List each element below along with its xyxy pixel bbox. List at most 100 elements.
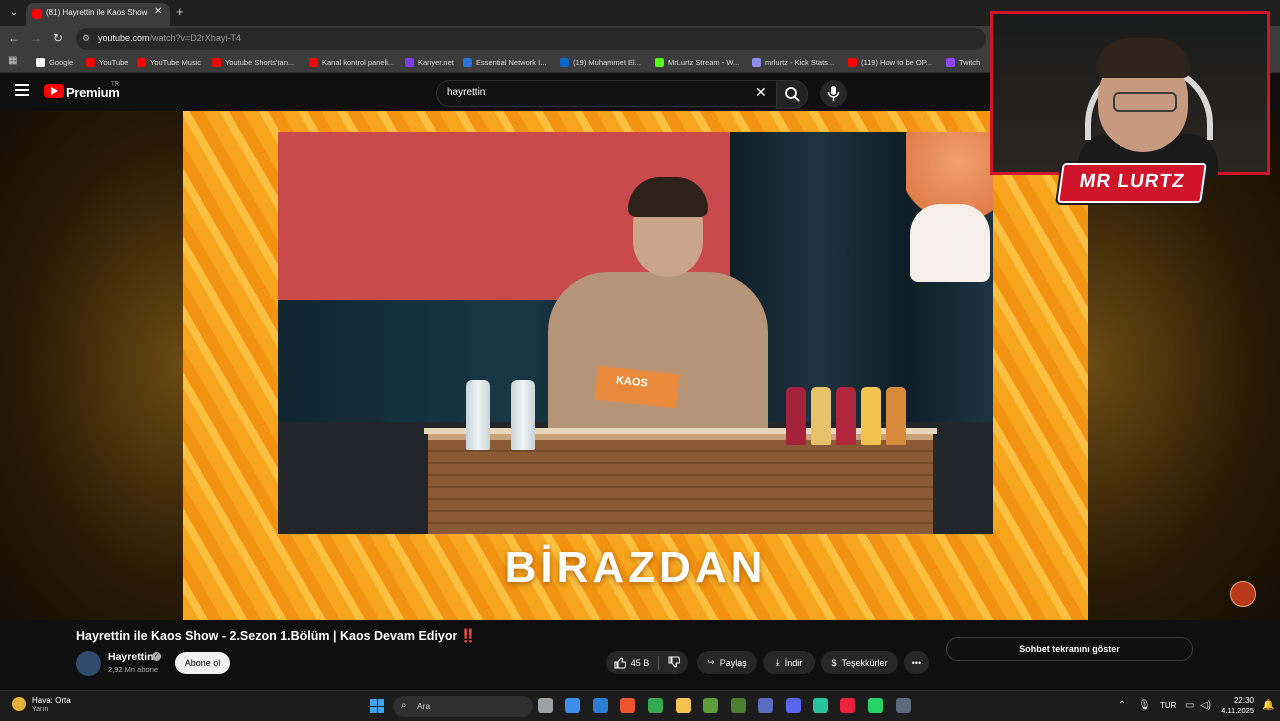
clock-date[interactable]: 4.11.2025 [1218, 706, 1254, 715]
vpn-icon[interactable] [758, 698, 773, 713]
microphone-tray-icon[interactable]: 🎙 [1138, 700, 1151, 711]
host-body [548, 272, 768, 447]
mail-icon[interactable] [593, 698, 608, 713]
bookmark-favicon-icon [655, 57, 664, 67]
video-scene: KAOS [278, 132, 993, 534]
bookmark-label: mrlurtz - Kick Stats... [765, 57, 835, 67]
new-tab-button[interactable]: + [176, 4, 184, 19]
apps-grid-icon[interactable]: ▦ [8, 56, 18, 66]
tab-search-icon[interactable]: ⌄ [6, 5, 22, 21]
channel-name[interactable]: Hayrettin [108, 651, 154, 663]
reload-icon[interactable]: ↻ [50, 31, 66, 45]
app-icon[interactable] [813, 698, 828, 713]
subscribe-button[interactable]: Abone ol [175, 652, 230, 674]
bookmark-item[interactable]: mrlurtz - Kick Stats... [752, 56, 834, 68]
video-title: Hayrettin ile Kaos Show - 2.Sezon 1.Bölü… [76, 628, 477, 644]
browser-tab-active[interactable]: (81) Hayrettin ile Kaos Show - 2. ✕ [26, 3, 170, 26]
site-info-icon[interactable]: ⚙ [82, 33, 90, 44]
bookmark-label: Google [49, 57, 74, 67]
minecraft-icon[interactable] [703, 698, 718, 713]
back-arrow-icon[interactable]: ← [6, 31, 22, 45]
bookmark-item[interactable]: YouTube Music [137, 56, 201, 68]
juice-bottle [861, 387, 881, 445]
bookmark-item[interactable]: Kanal kontrol paneli... [309, 56, 394, 68]
clock-time[interactable]: 22:30 [1226, 696, 1254, 705]
bookmark-item[interactable]: YouTube [86, 56, 128, 68]
bookmark-item[interactable]: Google [36, 56, 73, 68]
juice-bottle [786, 387, 806, 445]
water-bottle [466, 380, 490, 450]
search-query: hayrettin [447, 87, 486, 98]
desk [428, 434, 933, 534]
bookmark-favicon-icon [86, 57, 95, 67]
url-text: youtube.com/watch?v=D2rXhayi-T4 [98, 33, 241, 43]
weather-icon[interactable] [12, 697, 26, 711]
juice-bottle [886, 387, 906, 445]
channel-avatar[interactable] [76, 651, 101, 676]
taskbar-search[interactable]: ⌕ Ara [393, 696, 533, 717]
network-icon[interactable]: ▭ [1185, 700, 1194, 711]
bookmark-item[interactable]: MrLurtz Stream - W... [655, 56, 739, 68]
discord-icon[interactable] [786, 698, 801, 713]
bookmark-label: YouTube [99, 57, 129, 67]
share-button[interactable]: ↪ Paylaş [697, 651, 757, 674]
download-button[interactable]: ⤓ İndir [763, 651, 815, 674]
bookmark-item[interactable]: Twitch [946, 56, 980, 68]
thumbs-up-icon [614, 656, 626, 668]
windows-start-icon[interactable] [370, 699, 384, 713]
search-icon: ⌕ [401, 700, 407, 711]
channel-watermark-icon[interactable] [1230, 581, 1256, 607]
streamer-hair [1096, 38, 1190, 78]
verified-icon: ✓ [152, 652, 161, 661]
glasses [1113, 92, 1177, 112]
like-count: 45 B [630, 657, 650, 668]
dislike-button[interactable] [668, 656, 681, 670]
clear-search-icon[interactable]: ✕ [755, 84, 767, 101]
voice-search-button[interactable] [820, 80, 847, 107]
bookmark-favicon-icon [309, 57, 318, 67]
region-label: TR [111, 82, 119, 88]
task-view-icon[interactable] [538, 698, 553, 713]
like-button[interactable]: 45 B [614, 656, 650, 669]
bookmark-item[interactable]: (19) Muhammet El... [560, 56, 641, 68]
tab-close-icon[interactable]: ✕ [154, 6, 162, 17]
youtube-favicon-icon [32, 9, 42, 19]
notification-bell-icon[interactable]: 🔔 [1262, 700, 1274, 711]
bookmark-item[interactable]: Essential Network I... [463, 56, 546, 68]
bookmark-item[interactable]: (119) How to be OP... [848, 56, 932, 68]
language-indicator[interactable]: TUR [1160, 701, 1176, 710]
tab-title: (81) Hayrettin ile Kaos Show - 2. [46, 8, 150, 17]
bookmark-favicon-icon [36, 57, 45, 67]
minecraft-launcher-icon[interactable] [731, 698, 746, 713]
search-icon [785, 87, 800, 102]
video-frame[interactable]: KAOS BİRAZDAN [183, 111, 1088, 620]
search-input[interactable]: hayrettin ✕ [436, 80, 778, 107]
whatsapp-icon[interactable] [868, 698, 883, 713]
chrome-icon[interactable] [648, 698, 663, 713]
thumbs-down-icon [668, 656, 681, 668]
calculator-icon[interactable] [896, 698, 911, 713]
video-overlay-text: BİRAZDAN [504, 543, 767, 592]
thanks-button[interactable]: $ Teşekkürler [821, 651, 898, 674]
scene-lamp-shade [910, 204, 990, 282]
media-player-icon[interactable] [840, 698, 855, 713]
microphone-icon [827, 86, 840, 101]
forward-arrow-icon[interactable]: → [28, 31, 44, 45]
bookmark-item[interactable]: Kariyer.net [405, 56, 454, 68]
address-bar[interactable]: ⚙ youtube.com/watch?v=D2rXhayi-T4 [76, 28, 986, 50]
weather-title[interactable]: Hava: Orta [32, 696, 71, 705]
show-chat-button[interactable]: Sohbet tekranını göster [946, 637, 1193, 661]
widgets-icon[interactable] [565, 698, 580, 713]
show-hidden-icons-icon[interactable]: ⌃ [1118, 700, 1126, 711]
bookmark-item[interactable]: Youtube Shorts'tan... [212, 56, 294, 68]
volume-icon[interactable]: ◁) [1200, 700, 1211, 711]
youtube-logo-icon[interactable] [44, 84, 64, 98]
thanks-label: Teşekkürler [841, 657, 888, 668]
search-button[interactable] [776, 80, 808, 109]
download-icon: ⤓ [775, 657, 780, 667]
more-actions-button[interactable]: ••• [904, 651, 929, 674]
file-explorer-icon[interactable] [676, 698, 691, 713]
bookmark-favicon-icon [463, 57, 472, 67]
brave-browser-icon[interactable] [620, 698, 635, 713]
menu-icon[interactable] [15, 84, 29, 96]
